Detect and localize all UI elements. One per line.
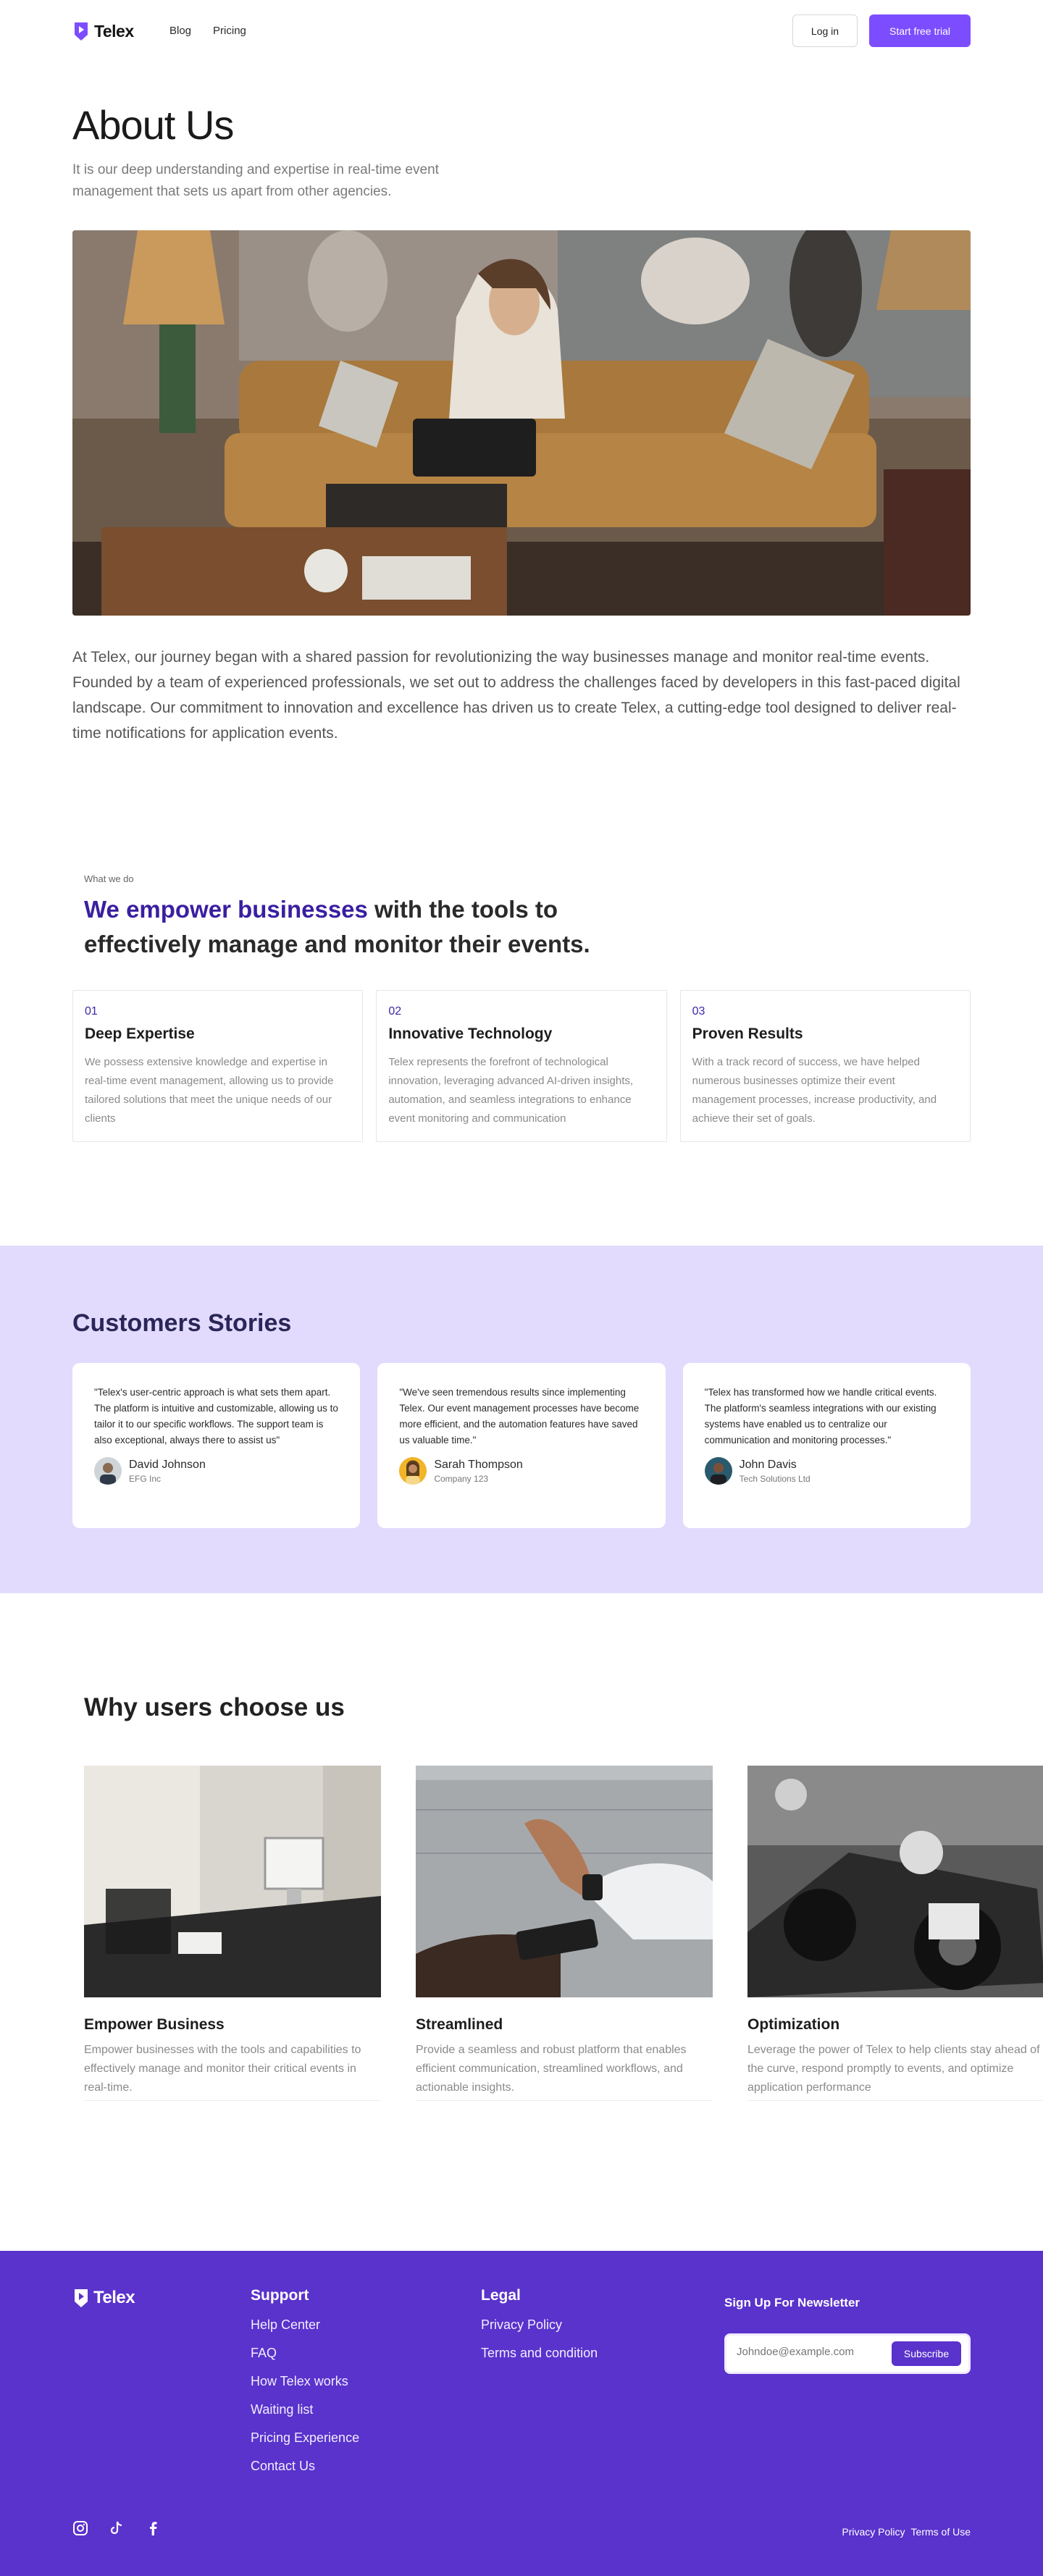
author-name: John Davis (739, 1458, 797, 1471)
footer-link-help-center[interactable]: Help Center (251, 2317, 359, 2333)
feature-number: 03 (692, 1005, 705, 1018)
footer: Telex Support Help Center FAQ How Telex … (0, 2251, 1043, 2576)
why-image (416, 1766, 713, 1997)
heading-accent: We empower businesses (84, 896, 368, 923)
start-free-trial-button[interactable]: Start free trial (869, 14, 971, 47)
hero-image (72, 230, 971, 616)
why-card: Streamlined Provide a seamless and robus… (416, 1766, 713, 2101)
footer-link-privacy-policy[interactable]: Privacy Policy (481, 2317, 598, 2333)
footer-link-contact-us[interactable]: Contact Us (251, 2459, 359, 2474)
why-card: Optimization Leverage the power of Telex… (747, 1766, 1043, 2101)
footer-column-title: Support (251, 2287, 309, 2304)
top-nav: Telex Blog Pricing Log in Start free tri… (0, 0, 1043, 62)
facebook-icon[interactable] (145, 2520, 161, 2536)
why-card-description: Empower businesses with the tools and ca… (84, 2041, 381, 2101)
feature-description: With a track record of success, we have … (692, 1056, 937, 1125)
footer-link-waiting-list[interactable]: Waiting list (251, 2402, 359, 2417)
feature-title: Deep Expertise (85, 1025, 195, 1042)
brand-name: Telex (94, 21, 134, 41)
footer-support-column: Support Help Center FAQ How Telex works … (251, 2287, 359, 2487)
story-author: John Davis Tech Solutions Ltd (704, 1457, 949, 1485)
story-card: "We've seen tremendous results since imp… (377, 1363, 666, 1528)
newsletter-title: Sign Up For Newsletter (724, 2296, 860, 2309)
feature-card: 02 Innovative Technology Telex represent… (376, 990, 667, 1142)
feature-title: Innovative Technology (388, 1025, 553, 1042)
newsletter-email-input[interactable] (737, 2346, 881, 2358)
brand-name: Telex (93, 2288, 135, 2307)
avatar (94, 1457, 122, 1485)
why-image (747, 1766, 1043, 1997)
story-author: Sarah Thompson Company 123 (399, 1457, 643, 1485)
footer-column-title: Legal (481, 2287, 521, 2304)
why-image (84, 1766, 381, 1997)
story-author: David Johnson EFG Inc (94, 1457, 338, 1485)
feature-number: 02 (388, 1005, 402, 1018)
what-we-do-heading: We empower businesses with the tools to … (84, 892, 634, 962)
hero-subtitle: It is our deep understanding and experti… (72, 162, 439, 199)
footer-link-how-telex-works[interactable]: How Telex works (251, 2374, 359, 2389)
logo[interactable]: Telex (72, 20, 134, 42)
newsletter-form: Subscribe (724, 2333, 971, 2374)
page-title: About Us (72, 102, 234, 148)
story-card: "Telex has transformed how we handle cri… (682, 1363, 971, 1528)
nav-link-blog[interactable]: Blog (169, 25, 191, 37)
stories-row: "Telex's user-centric approach is what s… (72, 1363, 971, 1528)
why-card-title: Optimization (747, 2016, 840, 2033)
author-company: Company 123 (434, 1473, 489, 1484)
why-grid: Empower Business Empower businesses with… (84, 1766, 1043, 2101)
telex-logo-icon (75, 2289, 88, 2307)
customers-section: Customers Stories "Telex's user-centric … (0, 1246, 1043, 1593)
footer-link-terms[interactable]: Terms and condition (481, 2346, 598, 2361)
author-name: David Johnson (129, 1458, 206, 1471)
feature-card: 03 Proven Results With a track record of… (679, 990, 971, 1142)
story-quote: "We've seen tremendous results since imp… (399, 1387, 640, 1446)
footer-legal-column: Legal Privacy Policy Terms and condition (481, 2287, 598, 2374)
footer-link-pricing-experience[interactable]: Pricing Experience (251, 2430, 359, 2446)
footer-logo[interactable]: Telex (72, 2287, 135, 2309)
avatar (704, 1457, 732, 1485)
instagram-icon[interactable] (72, 2520, 88, 2536)
customers-title: Customers Stories (72, 1309, 292, 1337)
why-card-description: Provide a seamless and robust platform t… (416, 2041, 713, 2101)
telex-logo-icon (75, 22, 88, 41)
footer-link-faq[interactable]: FAQ (251, 2346, 359, 2361)
features-row: 01 Deep Expertise We possess extensive k… (72, 990, 971, 1142)
why-title: Why users choose us (84, 1693, 345, 1721)
author-name: Sarah Thompson (434, 1458, 523, 1471)
feature-description: Telex represents the forefront of techno… (388, 1056, 634, 1125)
feature-number: 01 (85, 1005, 98, 1018)
story-card: "Telex's user-centric approach is what s… (72, 1363, 361, 1528)
story-quote: "Telex's user-centric approach is what s… (94, 1387, 338, 1446)
about-paragraph: At Telex, our journey began with a share… (72, 649, 960, 742)
nav-links: Blog Pricing (169, 25, 246, 37)
why-card: Empower Business Empower businesses with… (84, 1766, 381, 2101)
tiktok-icon[interactable] (109, 2520, 125, 2536)
author-company: Tech Solutions Ltd (739, 1473, 810, 1484)
footer-bottom-terms[interactable]: Terms of Use (911, 2526, 971, 2538)
nav-link-pricing[interactable]: Pricing (213, 25, 246, 37)
why-card-title: Empower Business (84, 2016, 225, 2033)
why-card-description: Leverage the power of Telex to help clie… (747, 2041, 1043, 2101)
footer-bottom-links: Privacy Policy Terms of Use (842, 2526, 971, 2538)
social-links (72, 2520, 161, 2536)
footer-bottom-privacy[interactable]: Privacy Policy (842, 2526, 905, 2538)
login-button[interactable]: Log in (792, 14, 858, 47)
avatar (399, 1457, 427, 1485)
section-label: What we do (84, 873, 134, 884)
story-quote: "Telex has transformed how we handle cri… (704, 1387, 937, 1446)
why-card-title: Streamlined (416, 2016, 503, 2033)
author-company: EFG Inc (129, 1473, 162, 1484)
subscribe-button[interactable]: Subscribe (892, 2341, 961, 2366)
feature-description: We possess extensive knowledge and exper… (85, 1056, 334, 1125)
feature-card: 01 Deep Expertise We possess extensive k… (72, 990, 364, 1142)
feature-title: Proven Results (692, 1025, 803, 1042)
